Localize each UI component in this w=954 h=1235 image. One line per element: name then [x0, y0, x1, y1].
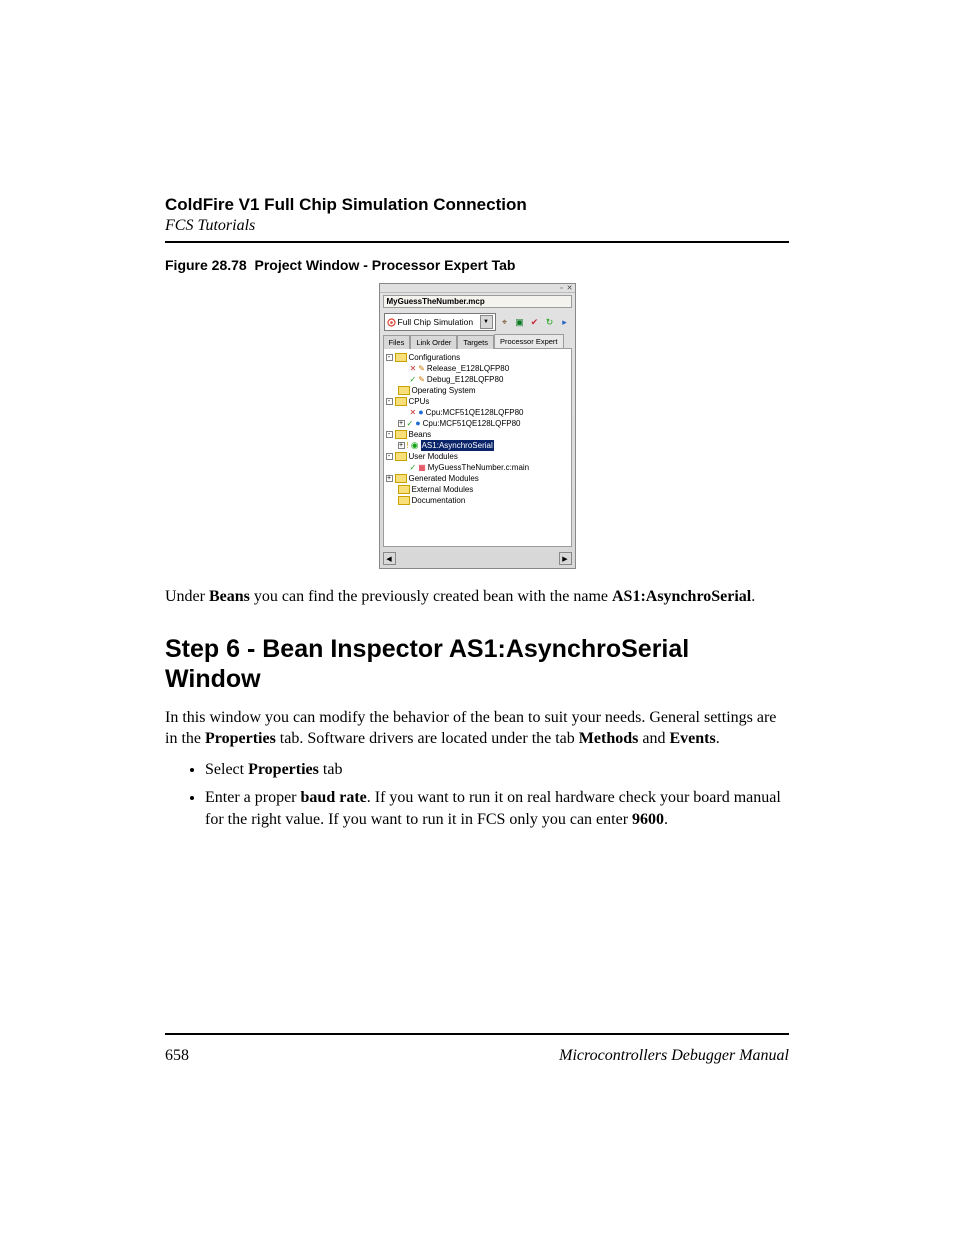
toolbar-btn-4[interactable]: ↻	[544, 316, 556, 328]
globe-icon: ●	[418, 407, 423, 418]
header-rule	[165, 241, 789, 243]
tab-targets[interactable]: Targets	[457, 335, 494, 349]
tree-debug[interactable]: ✓ ✎ Debug_E128LQFP80	[386, 374, 569, 385]
page-number: 658	[165, 1047, 189, 1065]
scroll-left-icon[interactable]: ◀	[383, 552, 396, 565]
tree-cpus[interactable]: - CPUs	[386, 396, 569, 407]
tab-link-order[interactable]: Link Order	[410, 335, 457, 349]
tree-main[interactable]: ✓ ▦ MyGuessTheNumber.c:main	[386, 462, 569, 473]
target-dropdown[interactable]: Full Chip Simulation ▼	[384, 313, 496, 331]
step-paragraph: In this window you can modify the behavi…	[165, 708, 789, 750]
toolbar-btn-3[interactable]: ✔	[529, 316, 541, 328]
tree-selected-bean[interactable]: + ! ◉ AS1:AsynchroSerial	[386, 440, 569, 451]
folder-icon	[398, 386, 410, 395]
folder-icon	[395, 430, 407, 439]
tab-processor-expert[interactable]: Processor Expert	[494, 334, 564, 348]
figure-caption: Figure 28.78 Project Window - Processor …	[165, 257, 789, 273]
expand-icon[interactable]: +	[398, 420, 405, 427]
intro-paragraph: Under Beans you can find the previously …	[165, 587, 789, 608]
tab-files[interactable]: Files	[383, 335, 411, 349]
manual-title: Microcontrollers Debugger Manual	[559, 1047, 789, 1065]
folder-icon	[395, 353, 407, 362]
target-icon	[387, 318, 396, 327]
x-icon: ✕	[410, 363, 417, 374]
tree-user-modules[interactable]: - User Modules	[386, 451, 569, 462]
check-icon: ✓	[410, 374, 417, 385]
figure-wrap: ▫ ✕ MyGuessTheNumber.mcp Full Chip Simul…	[165, 283, 789, 569]
project-toolbar: Full Chip Simulation ▼ ⌖ ▣ ✔ ↻ ▸	[380, 310, 575, 334]
footer-rule	[165, 1033, 789, 1035]
expand-icon[interactable]: -	[386, 354, 393, 361]
tree-release[interactable]: ✕ ✎ Release_E128LQFP80	[386, 363, 569, 374]
dropdown-arrow-icon: ▼	[480, 315, 493, 329]
instruction-list: Select Properties tab Enter a proper bau…	[165, 759, 789, 830]
expand-icon[interactable]: -	[386, 398, 393, 405]
folder-icon	[398, 496, 410, 505]
folder-icon	[395, 474, 407, 483]
list-item: Enter a proper baud rate. If you want to…	[205, 787, 789, 830]
expand-icon[interactable]: -	[386, 431, 393, 438]
expand-icon[interactable]: +	[398, 442, 405, 449]
target-dropdown-label: Full Chip Simulation	[398, 317, 480, 327]
folder-icon	[398, 485, 410, 494]
bean-icon: ◉	[411, 440, 419, 451]
globe-icon: ●	[415, 418, 420, 429]
tree-beans[interactable]: - Beans	[386, 429, 569, 440]
tree-documentation[interactable]: Documentation	[386, 495, 569, 506]
tree-cpu2[interactable]: + ✓ ● Cpu:MCF51QE128LQFP80	[386, 418, 569, 429]
wand-icon: ✎	[418, 363, 425, 374]
page-footer: 658 Microcontrollers Debugger Manual	[165, 1033, 789, 1065]
tree-os[interactable]: Operating System	[386, 385, 569, 396]
tree-cpu1[interactable]: ✕ ● Cpu:MCF51QE128LQFP80	[386, 407, 569, 418]
toolbar-btn-1[interactable]: ⌖	[499, 316, 511, 328]
header-title: ColdFire V1 Full Chip Simulation Connect…	[165, 195, 789, 215]
folder-icon	[395, 397, 407, 406]
check-icon: ✓	[410, 462, 417, 473]
source-icon: ▦	[418, 462, 426, 473]
list-item: Select Properties tab	[205, 759, 789, 781]
tree-ext-modules[interactable]: External Modules	[386, 484, 569, 495]
toolbar-btn-5[interactable]: ▸	[559, 316, 571, 328]
project-tabs: Files Link Order Targets Processor Exper…	[380, 334, 575, 348]
window-titlebar: ▫ ✕	[380, 284, 575, 293]
warn-icon: !	[407, 440, 409, 451]
horizontal-scrollbar[interactable]: ◀ ▶	[380, 550, 575, 568]
section-header: ColdFire V1 Full Chip Simulation Connect…	[165, 195, 789, 243]
tree-gen-modules[interactable]: + Generated Modules	[386, 473, 569, 484]
check-icon: ✓	[407, 418, 414, 429]
tree-selected-label: AS1:AsynchroSerial	[421, 440, 494, 451]
x-icon: ✕	[410, 407, 417, 418]
window-controls-icon: ▫ ✕	[560, 284, 573, 292]
tree-configurations[interactable]: - Configurations	[386, 352, 569, 363]
project-window: ▫ ✕ MyGuessTheNumber.mcp Full Chip Simul…	[379, 283, 576, 569]
expand-icon[interactable]: -	[386, 453, 393, 460]
expand-icon[interactable]: +	[386, 475, 393, 482]
step-heading: Step 6 - Bean Inspector AS1:AsynchroSeri…	[165, 634, 789, 694]
scroll-right-icon[interactable]: ▶	[559, 552, 572, 565]
wand-icon: ✎	[418, 374, 425, 385]
project-tree[interactable]: - Configurations ✕ ✎ Release_E128LQFP80 …	[383, 348, 572, 547]
toolbar-btn-2[interactable]: ▣	[514, 316, 526, 328]
project-file-name: MyGuessTheNumber.mcp	[383, 295, 572, 308]
folder-icon	[395, 452, 407, 461]
header-subtitle: FCS Tutorials	[165, 217, 789, 235]
